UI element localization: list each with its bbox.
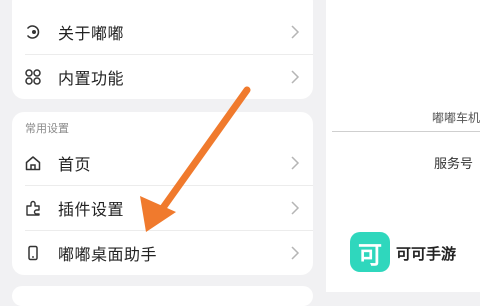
chevron-right-icon [289, 244, 301, 262]
app-icon[interactable]: 可 [350, 232, 390, 272]
settings-item-home-label: 首页 [58, 155, 92, 174]
settings-panel: 关于嘟嘟 内置功能 常用设置 首页 插件设置 嘟嘟桌面助手 [0, 0, 326, 306]
settings-card-next [12, 286, 313, 306]
settings-item-about[interactable]: 关于嘟嘟 [12, 10, 313, 54]
grid-icon [24, 68, 42, 86]
home-icon [24, 154, 42, 172]
phone-icon [24, 244, 42, 262]
settings-item-plugins-label: 插件设置 [58, 200, 125, 219]
chevron-right-icon [289, 23, 301, 41]
right-panel: 嘟嘟车机 服务号 可 可可手游 [326, 0, 480, 292]
settings-card-common: 常用设置 首页 插件设置 嘟嘟桌面助手 [12, 112, 313, 275]
settings-item-desktop-assistant-label: 嘟嘟桌面助手 [58, 245, 158, 264]
chevron-right-icon [289, 199, 301, 217]
settings-item-builtin-label: 内置功能 [58, 69, 125, 88]
divider [332, 131, 480, 132]
settings-card-top: 关于嘟嘟 内置功能 [12, 0, 313, 99]
settings-item-home[interactable]: 首页 [12, 141, 313, 185]
service-account-label: 服务号 [434, 157, 474, 172]
settings-item-plugins[interactable]: 插件设置 [12, 186, 313, 230]
chevron-right-icon [289, 68, 301, 86]
chevron-right-icon [289, 154, 301, 172]
settings-item-about-label: 关于嘟嘟 [58, 24, 125, 43]
app-icon-glyph: 可 [358, 240, 382, 269]
section-title-common: 常用设置 [25, 122, 69, 135]
settings-item-desktop-assistant[interactable]: 嘟嘟桌面助手 [12, 231, 313, 275]
plugin-icon [24, 199, 42, 217]
about-icon [24, 23, 42, 41]
settings-item-builtin[interactable]: 内置功能 [12, 55, 313, 99]
car-caption: 嘟嘟车机 [432, 111, 480, 125]
app-name[interactable]: 可可手游 [396, 243, 456, 264]
